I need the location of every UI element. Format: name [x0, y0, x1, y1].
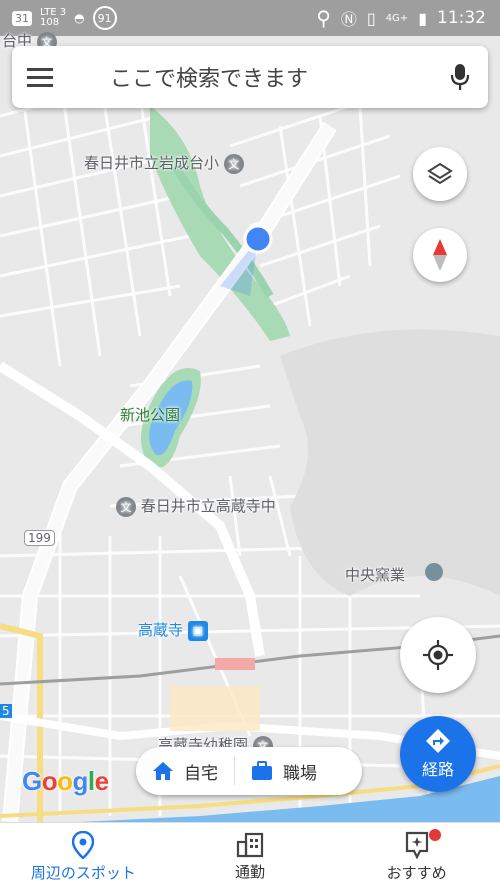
map-label-iwanari-school[interactable]: 春日井市立岩成台小 文: [84, 152, 244, 174]
clock: 11:32: [437, 8, 486, 28]
nav-explore-label: 周辺のスポット: [30, 863, 136, 882]
home-chip-label: 自宅: [184, 763, 218, 784]
my-location-dot: [243, 224, 273, 254]
network-indicator: LTE 3 108: [40, 7, 67, 28]
search-bar[interactable]: ここで検索できます: [12, 46, 488, 108]
school-icon: 文: [223, 153, 244, 174]
work-chip-label: 職場: [283, 763, 317, 784]
location-icon: ⚲: [316, 6, 331, 30]
directions-label: 経路: [421, 760, 454, 779]
cat-app-icon: ◓: [74, 11, 85, 25]
bottom-nav: 周辺のスポット 通勤 おすすめ: [0, 822, 500, 890]
nav-for-you-label: おすすめ: [386, 863, 447, 882]
notification-dot: [429, 829, 442, 841]
commute-building-icon: [236, 832, 264, 857]
location-pin-icon: [72, 830, 95, 859]
work-chip[interactable]: 職場: [235, 759, 333, 784]
menu-icon[interactable]: [12, 46, 68, 108]
map-label-shinike-park[interactable]: 新池公園: [120, 404, 180, 425]
nav-commute-label: 通勤: [235, 862, 266, 881]
quick-places: 自宅 職場: [136, 747, 362, 795]
google-logo-letter: l: [87, 766, 95, 796]
directions-button[interactable]: 経路: [400, 716, 476, 792]
mic-icon[interactable]: [432, 46, 488, 108]
google-logo-letter: G: [22, 766, 42, 796]
route-shield: 199: [24, 530, 55, 546]
layers-button[interactable]: [413, 147, 467, 201]
google-logo-letter: o: [57, 766, 73, 796]
search-input[interactable]: ここで検索できます: [68, 61, 432, 93]
home-icon: [153, 762, 173, 780]
google-logo: Google: [22, 766, 109, 797]
map-label-chuo-yogyo[interactable]: 中央窯業: [345, 564, 405, 585]
crosshair-icon: [423, 640, 453, 670]
school-icon: 文: [116, 496, 136, 517]
train-icon: ▣: [187, 620, 208, 641]
google-logo-letter: g: [72, 766, 89, 796]
sparkle-badge-icon: [405, 831, 428, 859]
home-chip[interactable]: 自宅: [136, 759, 234, 784]
google-logo-letter: e: [94, 766, 109, 796]
calendar-icon: 31: [12, 10, 32, 26]
nfc-icon: Ⓝ: [340, 10, 357, 29]
map-label-kozoji-station[interactable]: 高蔵寺 ▣: [138, 619, 208, 641]
compass-button[interactable]: [413, 228, 467, 282]
layers-icon: [427, 162, 453, 185]
nav-explore[interactable]: 周辺のスポット: [0, 823, 167, 890]
map-label-kozoji-school[interactable]: 文 春日井市立高蔵寺中: [116, 495, 276, 517]
nav-commute[interactable]: 通勤: [167, 823, 334, 890]
google-logo-letter: o: [41, 766, 58, 796]
nav-for-you[interactable]: おすすめ: [333, 823, 500, 890]
vibrate-icon: ▯: [366, 8, 376, 28]
status-bar: 31 LTE 3 108 ◓ 91 ⚲ Ⓝ ▯ 4G+ ▮ 11:32: [0, 0, 500, 36]
my-location-button[interactable]: [400, 617, 476, 693]
directions-icon: [426, 729, 450, 753]
briefcase-icon: [252, 761, 272, 780]
signal-icon: 4G+: [385, 12, 409, 24]
notification-badge: 91: [92, 6, 117, 30]
compass-icon: [433, 239, 447, 271]
route-shield-left: 5: [0, 704, 12, 718]
battery-icon: ▮: [418, 8, 427, 28]
